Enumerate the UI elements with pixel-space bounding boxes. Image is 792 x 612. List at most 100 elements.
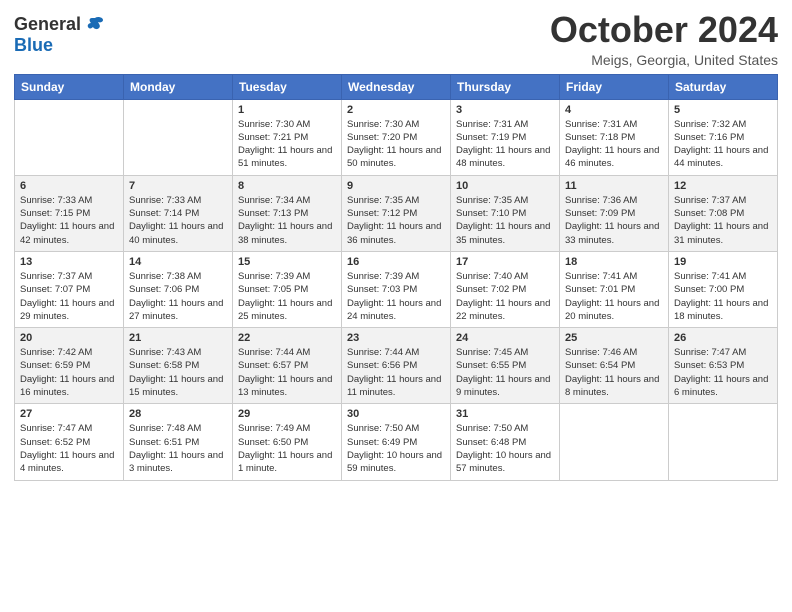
day-info: Sunrise: 7:50 AM Sunset: 6:48 PM Dayligh… [456,422,554,475]
day-info: Sunrise: 7:36 AM Sunset: 7:09 PM Dayligh… [565,194,663,247]
day-info: Sunrise: 7:33 AM Sunset: 7:15 PM Dayligh… [20,194,118,247]
table-row [669,404,778,480]
table-row [124,99,233,175]
title-block: October 2024 Meigs, Georgia, United Stat… [550,10,778,68]
calendar-week-row: 1 Sunrise: 7:30 AM Sunset: 7:21 PM Daylig… [15,99,778,175]
day-info: Sunrise: 7:31 AM Sunset: 7:19 PM Dayligh… [456,118,554,171]
day-number: 8 [238,180,336,192]
day-number: 29 [238,408,336,420]
day-info: Sunrise: 7:44 AM Sunset: 6:56 PM Dayligh… [347,346,445,399]
table-row: 1 Sunrise: 7:30 AM Sunset: 7:21 PM Daylig… [233,99,342,175]
calendar-header-row: Sunday Monday Tuesday Wednesday Thursday… [15,74,778,99]
day-info: Sunrise: 7:48 AM Sunset: 6:51 PM Dayligh… [129,422,227,475]
day-info: Sunrise: 7:45 AM Sunset: 6:55 PM Dayligh… [456,346,554,399]
calendar-week-row: 20Sunrise: 7:42 AM Sunset: 6:59 PM Dayli… [15,328,778,404]
col-tuesday: Tuesday [233,74,342,99]
day-number: 7 [129,180,227,192]
day-number: 27 [20,408,118,420]
day-number: 30 [347,408,445,420]
table-row: 24 Sunrise: 7:45 AM Sunset: 6:55 PM Dayli… [451,328,560,404]
day-number: 25 [565,332,663,344]
table-row: 11Sunrise: 7:36 AM Sunset: 7:09 PM Dayli… [560,175,669,251]
day-info: Sunrise: 7:42 AM Sunset: 6:59 PM Dayligh… [20,346,118,399]
day-info: Sunrise: 7:41 AM Sunset: 7:00 PM Dayligh… [674,270,772,323]
table-row [15,99,124,175]
table-row: 28 Sunrise: 7:48 AM Sunset: 6:51 PM Dayli… [124,404,233,480]
col-thursday: Thursday [451,74,560,99]
day-info: Sunrise: 7:35 AM Sunset: 7:10 PM Dayligh… [456,194,554,247]
table-row: 30 Sunrise: 7:50 AM Sunset: 6:49 PM Dayli… [342,404,451,480]
col-wednesday: Wednesday [342,74,451,99]
day-number: 23 [347,332,445,344]
month-title: October 2024 [550,10,778,50]
day-number: 5 [674,104,772,116]
col-friday: Friday [560,74,669,99]
table-row: 16Sunrise: 7:39 AM Sunset: 7:03 PM Dayli… [342,251,451,327]
day-number: 1 [238,104,336,116]
day-number: 10 [456,180,554,192]
col-saturday: Saturday [669,74,778,99]
day-number: 16 [347,256,445,268]
day-number: 26 [674,332,772,344]
table-row [560,404,669,480]
day-number: 9 [347,180,445,192]
day-info: Sunrise: 7:38 AM Sunset: 7:06 PM Dayligh… [129,270,227,323]
table-row: 8 Sunrise: 7:34 AM Sunset: 7:13 PM Daylig… [233,175,342,251]
day-number: 6 [20,180,118,192]
table-row: 18 Sunrise: 7:41 AM Sunset: 7:01 PM Dayli… [560,251,669,327]
day-info: Sunrise: 7:46 AM Sunset: 6:54 PM Dayligh… [565,346,663,399]
table-row: 25 Sunrise: 7:46 AM Sunset: 6:54 PM Dayli… [560,328,669,404]
day-number: 14 [129,256,227,268]
day-number: 13 [20,256,118,268]
col-monday: Monday [124,74,233,99]
table-row: 6 Sunrise: 7:33 AM Sunset: 7:15 PM Daylig… [15,175,124,251]
day-number: 4 [565,104,663,116]
day-number: 24 [456,332,554,344]
day-number: 2 [347,104,445,116]
day-info: Sunrise: 7:31 AM Sunset: 7:18 PM Dayligh… [565,118,663,171]
day-info: Sunrise: 7:37 AM Sunset: 7:07 PM Dayligh… [20,270,118,323]
day-number: 22 [238,332,336,344]
logo-bird-icon [85,16,105,34]
table-row: 14 Sunrise: 7:38 AM Sunset: 7:06 PM Dayli… [124,251,233,327]
logo-general: General [14,14,81,35]
day-info: Sunrise: 7:35 AM Sunset: 7:12 PM Dayligh… [347,194,445,247]
day-info: Sunrise: 7:34 AM Sunset: 7:13 PM Dayligh… [238,194,336,247]
col-sunday: Sunday [15,74,124,99]
day-number: 28 [129,408,227,420]
calendar-week-row: 27Sunrise: 7:47 AM Sunset: 6:52 PM Dayli… [15,404,778,480]
calendar-week-row: 13 Sunrise: 7:37 AM Sunset: 7:07 PM Dayli… [15,251,778,327]
day-info: Sunrise: 7:33 AM Sunset: 7:14 PM Dayligh… [129,194,227,247]
calendar-table: Sunday Monday Tuesday Wednesday Thursday… [14,74,778,481]
day-number: 18 [565,256,663,268]
table-row: 26 Sunrise: 7:47 AM Sunset: 6:53 PM Dayli… [669,328,778,404]
location: Meigs, Georgia, United States [550,52,778,68]
day-info: Sunrise: 7:41 AM Sunset: 7:01 PM Dayligh… [565,270,663,323]
day-info: Sunrise: 7:49 AM Sunset: 6:50 PM Dayligh… [238,422,336,475]
day-info: Sunrise: 7:40 AM Sunset: 7:02 PM Dayligh… [456,270,554,323]
table-row: 10 Sunrise: 7:35 AM Sunset: 7:10 PM Dayli… [451,175,560,251]
day-number: 21 [129,332,227,344]
logo-blue: Blue [14,35,53,55]
day-info: Sunrise: 7:32 AM Sunset: 7:16 PM Dayligh… [674,118,772,171]
table-row: 12Sunrise: 7:37 AM Sunset: 7:08 PM Dayli… [669,175,778,251]
table-row: 29 Sunrise: 7:49 AM Sunset: 6:50 PM Dayli… [233,404,342,480]
day-number: 15 [238,256,336,268]
table-row: 9 Sunrise: 7:35 AM Sunset: 7:12 PM Daylig… [342,175,451,251]
day-number: 31 [456,408,554,420]
table-row: 19Sunrise: 7:41 AM Sunset: 7:00 PM Dayli… [669,251,778,327]
day-info: Sunrise: 7:37 AM Sunset: 7:08 PM Dayligh… [674,194,772,247]
day-info: Sunrise: 7:43 AM Sunset: 6:58 PM Dayligh… [129,346,227,399]
day-info: Sunrise: 7:30 AM Sunset: 7:21 PM Dayligh… [238,118,336,171]
table-row: 21 Sunrise: 7:43 AM Sunset: 6:58 PM Dayli… [124,328,233,404]
table-row: 5 Sunrise: 7:32 AM Sunset: 7:16 PM Daylig… [669,99,778,175]
logo: General Blue [14,10,105,56]
day-info: Sunrise: 7:50 AM Sunset: 6:49 PM Dayligh… [347,422,445,475]
table-row: 31 Sunrise: 7:50 AM Sunset: 6:48 PM Dayli… [451,404,560,480]
header: General Blue October 2024 Meigs, Georgia… [14,10,778,68]
day-info: Sunrise: 7:47 AM Sunset: 6:53 PM Dayligh… [674,346,772,399]
page-container: General Blue October 2024 Meigs, Georgia… [0,0,792,495]
day-number: 3 [456,104,554,116]
day-info: Sunrise: 7:44 AM Sunset: 6:57 PM Dayligh… [238,346,336,399]
calendar-week-row: 6 Sunrise: 7:33 AM Sunset: 7:15 PM Daylig… [15,175,778,251]
